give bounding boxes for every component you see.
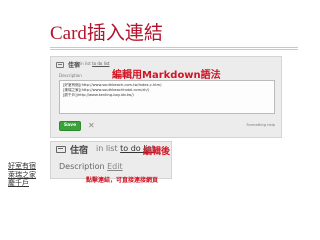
card-icon (56, 146, 66, 153)
rendered-link[interactable]: 萊瑞之家 (8, 171, 36, 180)
rendered-link[interactable]: 好室有宿 (8, 162, 36, 171)
card-icon (56, 62, 64, 68)
title-divider-secondary (50, 49, 298, 50)
list-link[interactable]: to do list (92, 61, 109, 66)
title-divider (50, 47, 298, 48)
description-textarea[interactable]: [好室有宿](http://www.southbeach.com.tw/inde… (59, 80, 275, 114)
description-label: Description (59, 73, 82, 78)
close-icon[interactable]: ✕ (88, 121, 95, 131)
markdown-annotation: 編輯用Markdown語法 (112, 70, 221, 81)
after-edit-annotation: 編輯後 (143, 147, 171, 157)
rendered-link[interactable]: 慶千戶 (8, 179, 36, 188)
markdown-line: [慶千戶](http://www.kenting-bay.idv.tw/) (63, 93, 134, 98)
description-header: Description Edit (59, 162, 123, 171)
click-link-annotation: 點擊連結，可直接連接網頁 (86, 177, 159, 184)
card-title[interactable]: 住宿 (70, 143, 88, 156)
card-list-info: in list to do list (80, 61, 110, 66)
description-label: Description (59, 162, 105, 171)
rendered-links: 好室有宿 萊瑞之家 慶千戶 (8, 162, 36, 188)
edit-description-link[interactable]: Edit (107, 162, 123, 171)
formatting-help-link[interactable]: Formatting help (246, 123, 275, 127)
slide-title: Card插入連結 (50, 23, 163, 44)
in-list-prefix: in list (96, 144, 118, 153)
in-list-prefix: in list (80, 61, 91, 66)
save-button[interactable]: Save (59, 121, 81, 131)
card-title[interactable]: 佳宿 (68, 60, 80, 69)
